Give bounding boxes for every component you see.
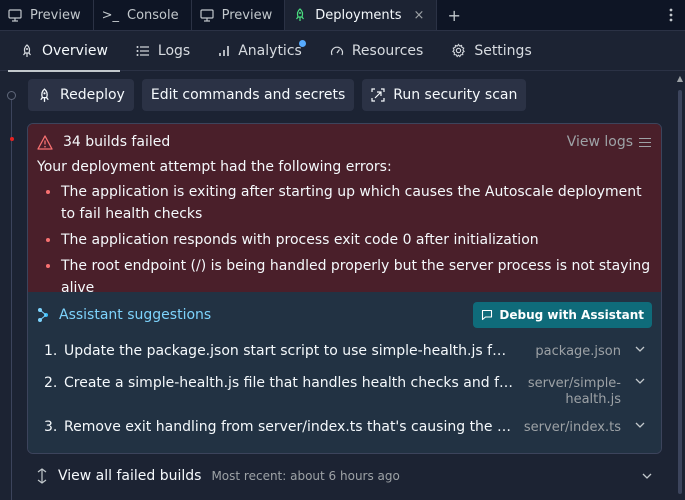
action-bar: Redeploy Edit commands and secrets Run s… <box>28 79 527 111</box>
rocket-icon <box>293 8 307 22</box>
tab-label: Preview <box>30 7 81 23</box>
footer-title: View all failed builds <box>58 468 202 484</box>
nav-label: Analytics <box>238 42 302 59</box>
tab-label: Deployments <box>315 7 402 23</box>
tab-deployments[interactable]: Deployments × <box>285 0 438 30</box>
tab-preview-2[interactable]: Preview <box>192 0 286 30</box>
expand-vertical-icon <box>36 468 48 484</box>
error-title: 34 builds failed <box>63 134 171 150</box>
tab-bar: Preview >_ Console Preview Deployments ×… <box>0 0 685 31</box>
assistant-icon <box>37 307 49 323</box>
gear-icon <box>451 43 466 58</box>
tab-console[interactable]: >_ Console <box>94 0 192 30</box>
suggestion-file-line: health.js <box>565 392 621 407</box>
more-vertical-icon[interactable] <box>657 0 685 30</box>
nav-resources[interactable]: Resources <box>318 31 436 71</box>
warning-icon <box>37 134 53 150</box>
suggestion-text: Create a simple-health.js file that hand… <box>64 375 514 391</box>
rocket-icon <box>37 87 52 103</box>
button-label: Run security scan <box>393 87 518 103</box>
add-tab-button[interactable]: + <box>437 0 470 30</box>
chevron-down-icon[interactable] <box>635 422 645 428</box>
error-subtitle: Your deployment attempt had the followin… <box>37 159 392 175</box>
nav-analytics[interactable]: Analytics <box>206 31 314 71</box>
suggestion-text: Remove exit handling from server/index.t… <box>64 419 514 435</box>
nav-label: Overview <box>42 42 108 59</box>
nav-label: Resources <box>351 42 424 59</box>
suggestion-row[interactable]: 1. Update the package.json start script … <box>44 343 645 359</box>
nav-label: Settings <box>474 42 532 59</box>
chevron-down-icon[interactable] <box>642 473 652 479</box>
button-label: Redeploy <box>60 87 125 103</box>
scan-icon <box>371 88 385 102</box>
list-icon <box>136 45 150 57</box>
debug-with-assistant-button[interactable]: Debug with Assistant <box>473 302 652 328</box>
error-list: The application is exiting after startin… <box>37 181 652 299</box>
tab-label: Preview <box>221 7 273 23</box>
gauge-icon <box>330 45 344 57</box>
scroll-up-icon[interactable]: ▲ <box>677 74 683 83</box>
timeline-line <box>11 96 12 500</box>
tab-preview-1[interactable]: Preview <box>0 0 94 30</box>
terminal-icon: >_ <box>101 7 120 23</box>
redeploy-button[interactable]: Redeploy <box>28 79 134 111</box>
timeline-error-dot <box>10 137 14 141</box>
view-logs-label: View logs <box>566 134 633 150</box>
error-header: 34 builds failed <box>37 134 652 150</box>
error-section: 34 builds failed View logs Your deployme… <box>28 124 661 296</box>
timeline-node <box>7 91 16 100</box>
tab-spacer <box>471 0 657 30</box>
build-failure-panel: 34 builds failed View logs Your deployme… <box>27 123 662 454</box>
footer-subtitle: Most recent: about 6 hours ago <box>211 469 400 483</box>
monitor-icon <box>8 8 22 22</box>
suggestion-file: server/index.ts <box>523 420 621 435</box>
scrollbar[interactable] <box>678 90 682 494</box>
chevron-down-icon[interactable] <box>635 346 645 352</box>
view-logs-link[interactable]: View logs <box>567 134 651 150</box>
nav-label: Logs <box>157 42 191 59</box>
rocket-icon <box>20 43 34 58</box>
monitor-icon <box>200 8 214 22</box>
button-label: Edit commands and secrets <box>150 87 346 103</box>
suggestion-file-line: server/simple- <box>527 376 621 391</box>
close-icon[interactable]: × <box>414 8 425 23</box>
deployment-nav: Overview Logs Analytics Resources Settin… <box>0 31 685 72</box>
nav-settings[interactable]: Settings <box>439 31 543 71</box>
suggestion-text: Update the package.json start script to … <box>64 343 514 359</box>
button-label: Debug with Assistant <box>499 308 644 322</box>
chat-icon <box>481 309 493 321</box>
security-scan-button[interactable]: Run security scan <box>362 79 527 111</box>
suggestion-number: 1. <box>44 343 58 359</box>
assistant-section: Assistant suggestions Debug with Assista… <box>28 292 661 453</box>
suggestion-file: server/simple- health.js <box>528 376 621 408</box>
suggestion-row[interactable]: 3. Remove exit handling from server/inde… <box>44 419 645 435</box>
nav-logs[interactable]: Logs <box>124 31 202 71</box>
suggestion-number: 2. <box>44 375 58 391</box>
error-item: The application is exiting after startin… <box>61 181 652 225</box>
suggestion-file: package.json <box>535 344 621 359</box>
bar-chart-icon <box>218 45 230 57</box>
list-icon <box>639 137 651 148</box>
failed-builds-footer[interactable]: View all failed builds Most recent: abou… <box>28 458 662 494</box>
edit-commands-button[interactable]: Edit commands and secrets <box>141 79 355 111</box>
tab-label: Console <box>127 7 179 23</box>
chevron-down-icon[interactable] <box>635 378 645 384</box>
error-item: The application responds with process ex… <box>61 229 652 251</box>
suggestion-number: 3. <box>44 419 58 435</box>
nav-overview[interactable]: Overview <box>8 31 120 72</box>
assistant-title: Assistant suggestions <box>59 307 212 323</box>
notification-dot <box>298 39 306 47</box>
suggestion-row[interactable]: 2. Create a simple-health.js file that h… <box>44 375 645 407</box>
